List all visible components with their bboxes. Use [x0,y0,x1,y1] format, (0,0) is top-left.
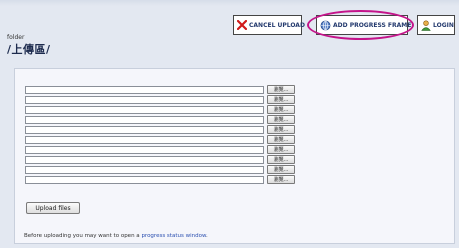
upload-slot-row: 瀏覽... [25,165,295,174]
browse-button[interactable]: 瀏覽... [267,85,295,94]
progress-status-window-link[interactable]: progress status window [141,233,206,239]
browse-button[interactable]: 瀏覽... [267,115,295,124]
progress-note: Before uploading you may want to open a … [24,233,208,239]
file-path-input[interactable] [25,155,264,164]
login-button[interactable]: LOGIN [417,15,455,35]
red-x-icon [237,19,247,31]
upload-slot-row: 瀏覽... [25,125,295,134]
upload-slot-list: 瀏覽... 瀏覽... 瀏覽... 瀏覽... 瀏覽... 瀏覽... 瀏覽... 瀏覽...… [25,85,295,185]
browse-button[interactable]: 瀏覽... [267,125,295,134]
browse-button[interactable]: 瀏覽... [267,175,295,184]
progress-note-text: Before uploading you may want to open a [24,233,142,239]
upload-slot-row: 瀏覽... [25,115,295,124]
upload-slot-row: 瀏覽... [25,85,295,94]
progress-note-end: . [205,233,208,239]
upload-panel: 瀏覽... 瀏覽... 瀏覽... 瀏覽... 瀏覽... 瀏覽... 瀏覽... 瀏覽...… [14,68,455,244]
browse-button[interactable]: 瀏覽... [267,95,295,104]
add-progress-frame-button[interactable]: ADD PROGRESS FRAME [316,15,412,35]
upload-slot-row: 瀏覽... [25,105,295,114]
browse-button[interactable]: 瀏覽... [267,145,295,154]
cancel-upload-button[interactable]: CANCEL UPLOAD [233,15,305,35]
cancel-upload-label: CANCEL UPLOAD [249,21,305,29]
file-path-input[interactable] [25,105,264,114]
upload-slot-row: 瀏覽... [25,135,295,144]
browse-button[interactable]: 瀏覽... [267,105,295,114]
file-path-input[interactable] [25,175,264,184]
upload-slot-row: 瀏覽... [25,155,295,164]
upload-slot-row: 瀏覽... [25,145,295,154]
upload-files-button[interactable]: Upload files [26,202,80,214]
add-progress-frame-label: ADD PROGRESS FRAME [333,21,412,29]
file-path-input[interactable] [25,145,264,154]
file-path-input[interactable] [25,165,264,174]
file-path-input[interactable] [25,95,264,104]
folder-label: folder [7,34,25,41]
file-path-input[interactable] [25,125,264,134]
top-strip [0,0,459,6]
browse-button[interactable]: 瀏覽... [267,165,295,174]
user-icon [421,19,431,31]
login-label: LOGIN [433,21,454,29]
folder-path-title: /上傳區/ [7,43,51,56]
file-path-input[interactable] [25,85,264,94]
file-path-input[interactable] [25,135,264,144]
file-path-input[interactable] [25,115,264,124]
upload-slot-row: 瀏覽... [25,175,295,184]
browse-button[interactable]: 瀏覽... [267,135,295,144]
upload-slot-row: 瀏覽... [25,95,295,104]
browse-button[interactable]: 瀏覽... [267,155,295,164]
globe-progress-icon [320,19,331,31]
